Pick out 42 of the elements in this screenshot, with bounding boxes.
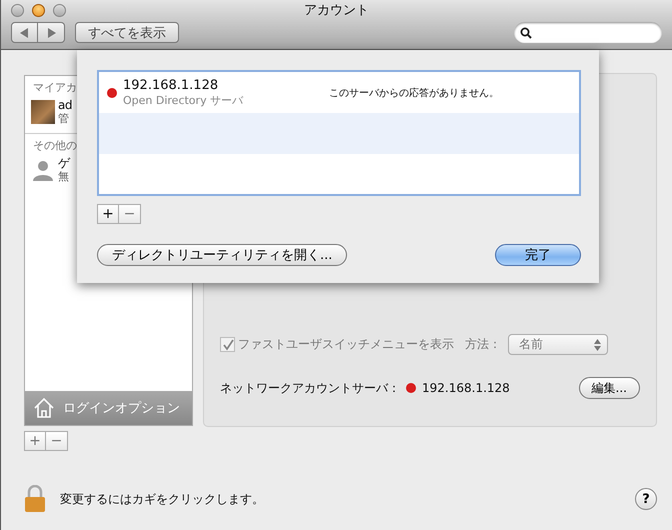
account-name[interactable]: ゲ bbox=[58, 156, 70, 170]
window-title: アカウント bbox=[304, 2, 369, 19]
method-label: 方法： bbox=[465, 336, 501, 353]
padlock-icon[interactable] bbox=[24, 485, 46, 513]
minimize-icon[interactable] bbox=[32, 4, 45, 16]
lock-message: 変更するにはカギをクリックします。 bbox=[60, 490, 264, 508]
network-server-label: ネットワークアカウントサーバ： bbox=[220, 380, 400, 396]
account-role: 無 bbox=[58, 170, 69, 184]
account-role: 管 bbox=[58, 112, 69, 126]
server-row[interactable]: 192.168.1.128 Open Directory サーバ このサーバからの応答がありません。 bbox=[99, 72, 579, 113]
add-button[interactable]: + bbox=[24, 431, 46, 451]
checkmark-icon bbox=[222, 338, 234, 350]
method-popup[interactable]: 名前 bbox=[508, 334, 608, 355]
server-type: Open Directory サーバ bbox=[123, 92, 244, 108]
left-triangle-icon bbox=[20, 28, 29, 38]
search-icon bbox=[520, 26, 532, 38]
search-field[interactable] bbox=[514, 22, 662, 43]
server-status: このサーバからの応答がありません。 bbox=[329, 86, 499, 100]
up-down-arrows-icon bbox=[594, 338, 601, 350]
server-address: 192.168.1.128 bbox=[123, 78, 218, 92]
done-button[interactable]: 完了 bbox=[495, 244, 581, 266]
edit-button[interactable]: 編集... bbox=[578, 377, 640, 399]
photo-placeholder bbox=[31, 100, 55, 124]
login-options-label: ログインオプション bbox=[63, 400, 180, 417]
user-silhouette-icon bbox=[31, 158, 55, 182]
close-icon[interactable] bbox=[11, 4, 24, 16]
remove-button[interactable]: − bbox=[119, 204, 141, 224]
zoom-icon[interactable] bbox=[53, 4, 66, 16]
account-name[interactable]: ad bbox=[58, 98, 72, 112]
section-header: その他の bbox=[32, 138, 78, 153]
show-all-button[interactable]: すべてを表示 bbox=[75, 22, 179, 43]
server-address: 192.168.1.128 bbox=[422, 381, 510, 395]
forward-button[interactable] bbox=[38, 22, 65, 43]
add-button[interactable]: + bbox=[97, 204, 119, 224]
help-button[interactable]: ? bbox=[635, 488, 657, 510]
right-triangle-icon bbox=[46, 28, 56, 38]
open-directory-utility-button[interactable]: ディレクトリユーティリティを開く... bbox=[97, 244, 348, 266]
house-icon bbox=[33, 397, 55, 419]
remove-button[interactable]: − bbox=[46, 431, 68, 451]
section-header: マイアカ bbox=[32, 80, 78, 95]
checkbox-label: ファストユーザスイッチメニューを表示 bbox=[238, 336, 454, 353]
back-button[interactable] bbox=[11, 22, 38, 43]
